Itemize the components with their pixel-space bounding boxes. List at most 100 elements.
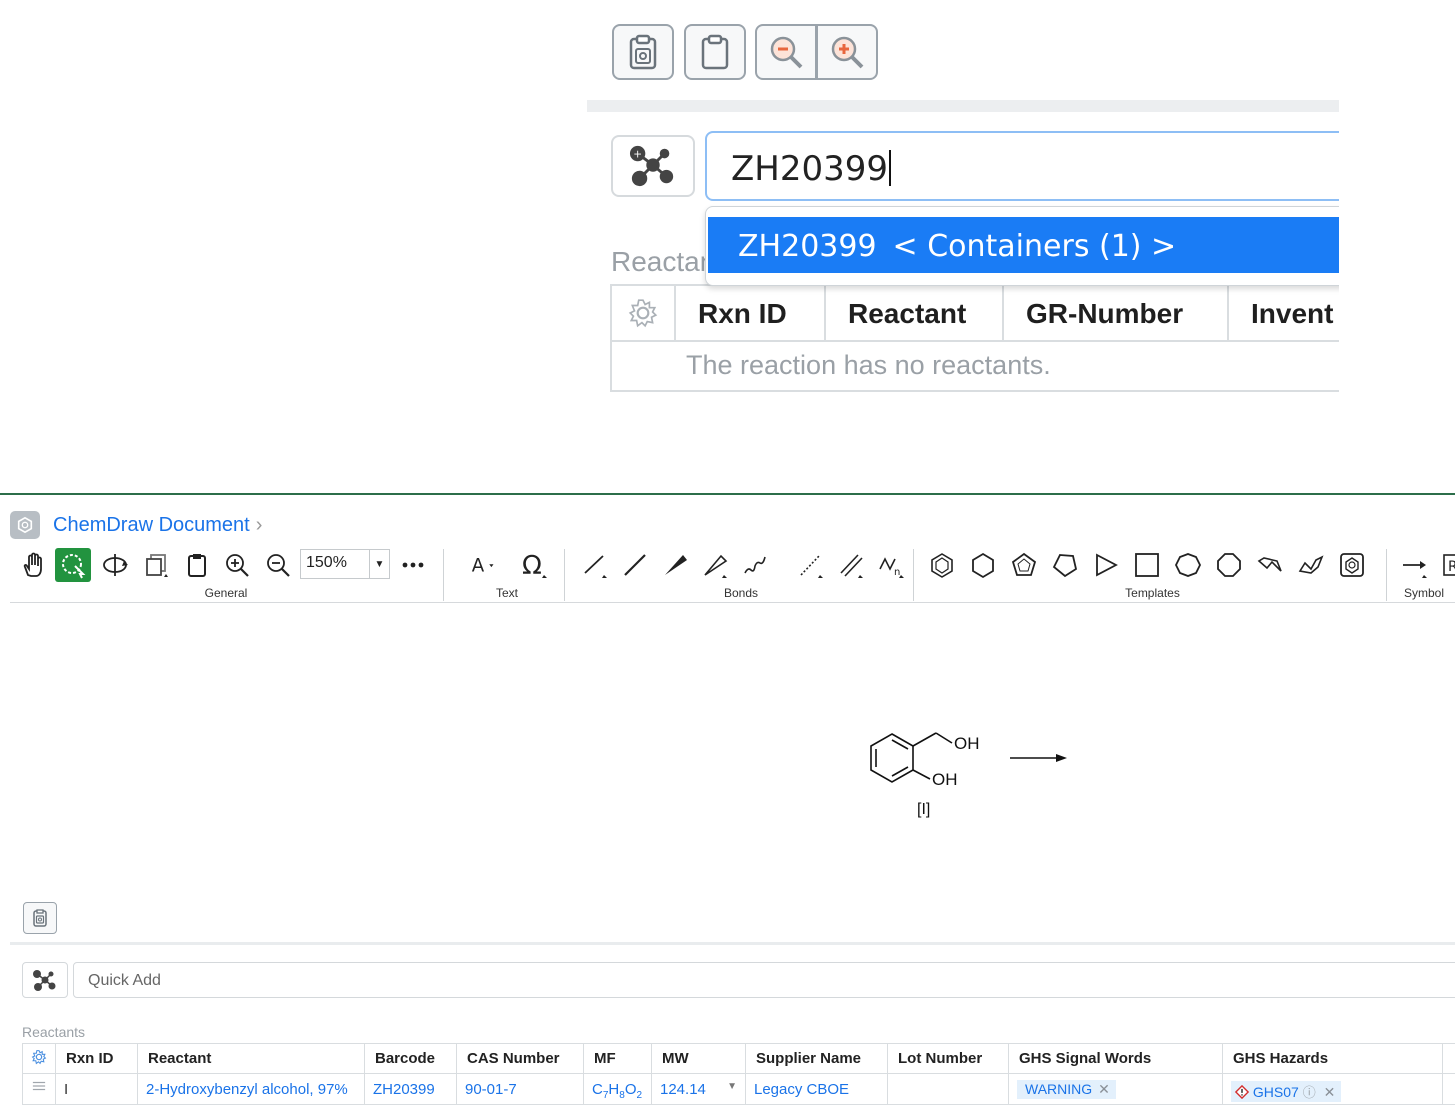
copy-tool[interactable]: [138, 548, 174, 582]
zoom-col-gr-number[interactable]: GR-Number: [1004, 286, 1229, 340]
toolbar-group-general: 150% ▼ General: [10, 545, 442, 603]
triangle-icon: [1096, 553, 1118, 577]
text-tool[interactable]: A: [458, 548, 508, 582]
col-cas-number[interactable]: CAS Number: [457, 1044, 584, 1074]
cell-molecular-formula[interactable]: C7H8O2: [584, 1074, 652, 1105]
hexagon-icon: [972, 552, 994, 579]
zoom-out-button[interactable]: [755, 24, 817, 80]
lasso-select-tool[interactable]: [55, 548, 91, 582]
cell-ghs-signal-words: WARNING ✕: [1009, 1074, 1223, 1105]
toolbar-group-bonds: n Bonds: [570, 545, 912, 603]
zoom-out-tool[interactable]: [260, 548, 296, 582]
zoom-in-tool[interactable]: [219, 548, 255, 582]
reactants-section-label: Reactants: [22, 1024, 86, 1040]
col-lot-number[interactable]: Lot Number: [888, 1044, 1009, 1074]
reaction-arrow-icon: [1403, 561, 1427, 578]
zoom-search-input[interactable]: ZH20399: [705, 131, 1355, 201]
cyclopentane-template[interactable]: [1047, 548, 1083, 582]
table-settings-button[interactable]: [23, 1044, 56, 1074]
hashed-wedge-tool[interactable]: [697, 548, 733, 582]
table-settings-button[interactable]: [612, 286, 676, 340]
chemdraw-logo-icon: [10, 511, 40, 539]
toolbar-group-label: Bonds: [723, 586, 759, 600]
autocomplete-dropdown: ZH20399 < Containers (1) >: [705, 206, 1365, 286]
cell-lot-number[interactable]: [888, 1074, 1009, 1105]
svg-text:A: A: [472, 555, 485, 576]
arrow-tool[interactable]: [1396, 548, 1432, 582]
cyclooctane-template[interactable]: [1211, 548, 1247, 582]
zoom-level-select[interactable]: 150% ▼: [300, 549, 390, 579]
clipboard-add-icon: [629, 34, 657, 70]
section-divider: [587, 100, 1339, 112]
double-bond-tool[interactable]: [833, 548, 869, 582]
attach-clipboard-button[interactable]: [612, 24, 674, 80]
col-ghs-hazards[interactable]: GHS Hazards: [1223, 1044, 1443, 1074]
cyclohexane-template[interactable]: [965, 548, 1001, 582]
wedge-bond-tool[interactable]: [657, 548, 693, 582]
symbol-text-tool[interactable]: Ω: [516, 548, 552, 582]
close-icon[interactable]: ✕: [1324, 1084, 1336, 1100]
autocomplete-option[interactable]: ZH20399 < Containers (1) >: [708, 217, 1358, 273]
attach-clipboard-button[interactable]: [23, 902, 57, 934]
hand-tool[interactable]: [15, 548, 51, 582]
dropdown-caret-icon[interactable]: ▼: [369, 550, 389, 578]
zoom-in-button[interactable]: [816, 24, 878, 80]
chemdraw-document-title[interactable]: ChemDraw Document: [53, 514, 250, 537]
zoom-col-reactant[interactable]: Reactant: [826, 286, 1004, 340]
paste-button[interactable]: [684, 24, 746, 80]
quick-add-input[interactable]: Quick Add: [73, 962, 1455, 998]
boat-template[interactable]: [1293, 548, 1329, 582]
chair-template[interactable]: [1252, 548, 1288, 582]
ghs-exclamation-icon: [1234, 1084, 1250, 1100]
drag-handle-icon: [32, 1081, 46, 1091]
benzene-template[interactable]: [924, 548, 960, 582]
rotate-tool[interactable]: [97, 548, 133, 582]
chevron-down-icon[interactable]: ▼: [727, 1081, 737, 1092]
chemdraw-canvas[interactable]: OH OH [I]: [0, 605, 1455, 895]
bond-line-tool[interactable]: [617, 548, 653, 582]
col-mw[interactable]: MW: [652, 1044, 746, 1074]
col-reactant[interactable]: Reactant: [138, 1044, 365, 1074]
row-drag-handle[interactable]: [23, 1074, 56, 1105]
cyclopropane-template[interactable]: [1088, 548, 1124, 582]
col-ghs-signal-words[interactable]: GHS Signal Words: [1009, 1044, 1223, 1074]
rotate-icon: [103, 554, 128, 576]
cycloheptane-template[interactable]: [1170, 548, 1206, 582]
info-icon[interactable]: ⓘ: [1303, 1085, 1316, 1100]
oh-label-bottom: OH: [932, 770, 958, 789]
hazard-badge[interactable]: GHS07 ⓘ ✕: [1231, 1081, 1342, 1102]
cell-cas-link[interactable]: 90-01-7: [457, 1074, 584, 1105]
dashed-bond-tool[interactable]: [793, 548, 829, 582]
chain-tool[interactable]: n: [873, 548, 909, 582]
cyclobutane-template[interactable]: [1129, 548, 1165, 582]
zoom-reactants-label: Reactan: [611, 246, 716, 277]
col-barcode[interactable]: Barcode: [365, 1044, 457, 1074]
close-icon[interactable]: ✕: [1098, 1081, 1110, 1097]
template-library-button[interactable]: [1334, 548, 1370, 582]
cell-reactant-link[interactable]: 2-Hydroxybenzyl alcohol, 97%: [138, 1074, 365, 1105]
toolbar-separator: [913, 549, 914, 601]
chevron-right-icon[interactable]: ›: [256, 514, 263, 537]
col-mf[interactable]: MF: [584, 1044, 652, 1074]
zoom-in-icon: [831, 36, 864, 69]
wavy-bond-tool[interactable]: [737, 548, 773, 582]
wavy-bond-icon: [744, 556, 766, 574]
cell-mw[interactable]: 124.14 ▼: [652, 1074, 746, 1105]
molecule-search-button[interactable]: +: [611, 135, 695, 197]
cell-barcode-link[interactable]: ZH20399: [365, 1074, 457, 1105]
paste-tool[interactable]: [179, 548, 215, 582]
single-bond-tool[interactable]: [577, 548, 613, 582]
col-rxn-id[interactable]: Rxn ID: [56, 1044, 138, 1074]
molecule-search-button[interactable]: [22, 962, 68, 998]
col-supplier-name[interactable]: Supplier Name: [746, 1044, 888, 1074]
toolbar-group-label: General: [204, 586, 248, 600]
zoom-col-rxn-id[interactable]: Rxn ID: [676, 286, 826, 340]
svg-text:Ω: Ω: [522, 551, 542, 579]
r-group-tool[interactable]: R: [1436, 548, 1455, 582]
zoom-out-icon: [770, 36, 803, 69]
cyclopentadiene-template[interactable]: [1006, 548, 1042, 582]
cell-supplier-link[interactable]: Legacy CBOE: [746, 1074, 888, 1105]
more-tools-button[interactable]: [395, 548, 431, 582]
toolbar-group-label: Text: [495, 586, 518, 600]
signal-word-badge[interactable]: WARNING ✕: [1017, 1080, 1116, 1099]
